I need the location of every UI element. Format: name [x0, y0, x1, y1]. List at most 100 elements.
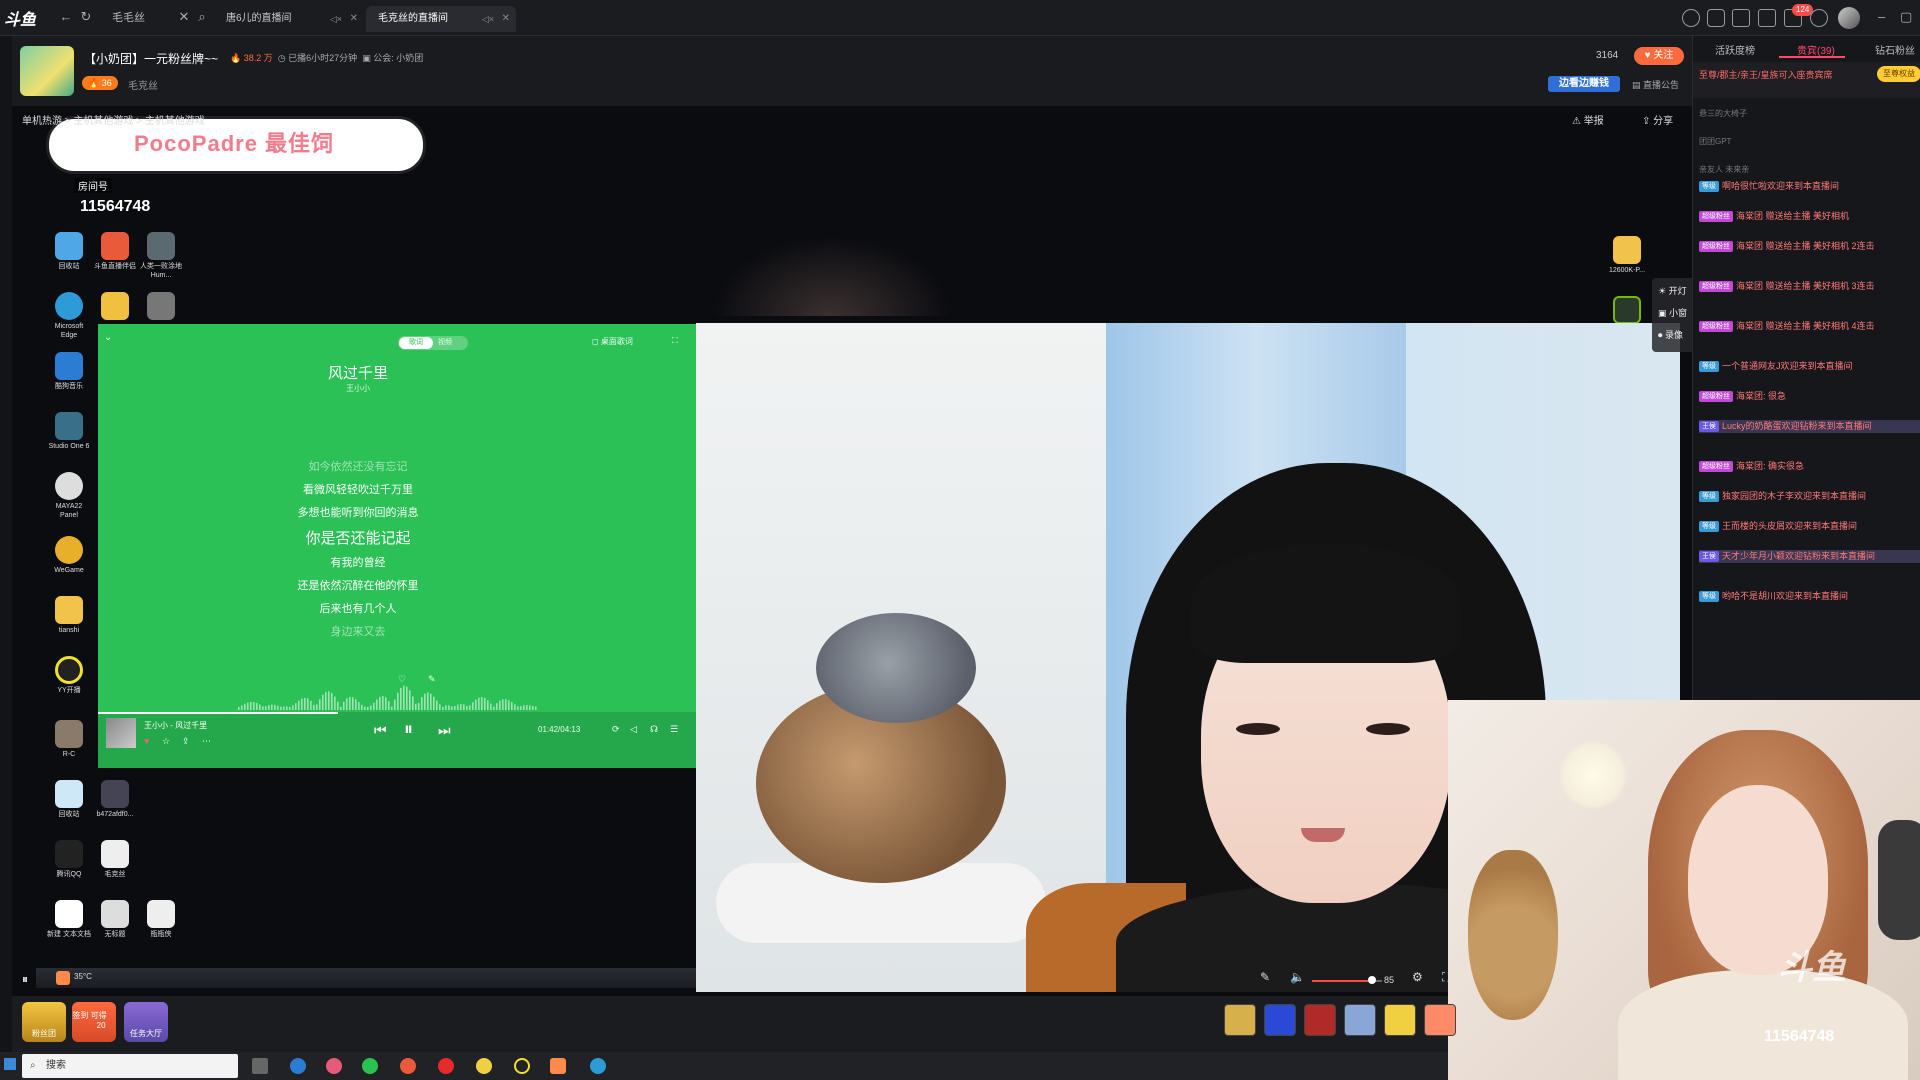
chat-message[interactable]: 等级 啊哈很忙啦欢迎来到本直播间	[1699, 180, 1920, 193]
tab-close-icon[interactable]: ✕	[502, 6, 510, 32]
chat-message[interactable]: 等级 王而楼的头皮屑欢迎来到本直播间	[1699, 520, 1920, 533]
webcam-secondary[interactable]: 斗鱼 11564748	[1448, 700, 1920, 1080]
back-icon[interactable]: ←	[58, 9, 74, 25]
app-icon[interactable]	[326, 1058, 342, 1074]
maximize-icon[interactable]: ▢	[1900, 9, 1912, 25]
previous-icon[interactable]: ⏮	[374, 722, 387, 739]
video-stage[interactable]: PocoPadre 最佳饲 单机热游 > 主机其他游戏 > 主机其他游戏 ⚠ 举…	[12, 106, 1692, 996]
chat-message[interactable]: 超级粉丝 海棠团: 很急	[1699, 390, 1920, 403]
gift-item[interactable]	[1264, 1004, 1296, 1036]
notice-link[interactable]: ▤ 直播公告	[1632, 78, 1679, 91]
yy-icon[interactable]	[514, 1058, 530, 1074]
danmaku-edit-icon[interactable]: ✎	[1260, 970, 1270, 984]
album-cover[interactable]	[106, 718, 136, 748]
breadcrumb-item[interactable]: 单机热游	[22, 116, 62, 127]
gift-item[interactable]	[1384, 1004, 1416, 1036]
chat-message[interactable]: 超级粉丝 海棠团 赠送给主播 美好相机	[1699, 210, 1920, 223]
heart-icon[interactable]: ♥	[144, 736, 149, 746]
pause-icon[interactable]: ⏸	[404, 719, 413, 740]
task-view-icon[interactable]	[252, 1058, 268, 1074]
chat-message[interactable]: 超级粉丝 海棠团 赠送给主播 美好相机 4连击	[1699, 320, 1920, 333]
chat-message[interactable]: 等级 独家园团的木子李欢迎来到本直播间	[1699, 490, 1920, 503]
mute-icon[interactable]: ◁×	[482, 6, 494, 32]
windows-start-icon[interactable]	[4, 1058, 16, 1070]
breadcrumb-item[interactable]: 主机其他游戏	[145, 116, 205, 127]
playlist-icon[interactable]: ☰	[670, 724, 678, 735]
breadcrumb-item[interactable]: 主机其他游戏	[73, 116, 133, 127]
anchor-name[interactable]: 毛克丝	[128, 77, 158, 92]
tab-diamond-fans[interactable]: 钻石粉丝	[1875, 42, 1915, 57]
headphones-icon[interactable]: ☊	[650, 724, 658, 735]
kugou-icon[interactable]	[290, 1058, 306, 1074]
report-button[interactable]: ⚠ 举报	[1572, 112, 1604, 127]
wechat-icon[interactable]	[362, 1058, 378, 1074]
light-toggle[interactable]: ☀ 开灯	[1658, 284, 1687, 297]
chat-message[interactable]: 王侯 Lucky的奶酪蛋欢迎钻粉来到本直播间	[1699, 420, 1920, 433]
gift-item[interactable]	[1304, 1004, 1336, 1036]
chat-message[interactable]: 超级粉丝 海棠团 赠送给主播 美好相机 3连击	[1699, 280, 1920, 293]
calendar-icon[interactable]	[1732, 9, 1750, 27]
tab-activity-rank[interactable]: 活跃度榜	[1715, 42, 1755, 57]
settings-icon[interactable]	[1810, 9, 1828, 27]
tab-vip[interactable]: 贵宾(39)	[1797, 42, 1835, 57]
like-lyric-icon[interactable]: ♡	[398, 674, 406, 685]
mute-icon[interactable]: ◁×	[330, 6, 342, 32]
volume-knob[interactable]	[1367, 976, 1376, 984]
gift-item[interactable]	[1424, 1004, 1456, 1036]
share-button[interactable]: ⇪ 分享	[1642, 112, 1673, 127]
collect-icon[interactable]: ☆	[162, 736, 170, 747]
fan-club-button[interactable]: 粉丝团	[22, 1002, 66, 1042]
app-icon[interactable]	[400, 1058, 416, 1074]
playback-time: 01:42/04:13	[538, 725, 581, 734]
volume-icon[interactable]: ◁	[630, 724, 637, 735]
tab-close-icon[interactable]: ✕	[350, 6, 358, 32]
gift-item[interactable]	[1224, 1004, 1256, 1036]
share-song-icon[interactable]: ⇪	[182, 736, 190, 747]
anchor-avatar[interactable]	[20, 46, 74, 96]
search-icon[interactable]: ⌕	[194, 9, 210, 25]
user-avatar[interactable]	[1838, 7, 1860, 29]
volume-icon[interactable]: 🔈	[1290, 970, 1305, 984]
gift-item[interactable]	[1344, 1004, 1376, 1036]
chat-message[interactable]: 等级 哟哈不是胡川欢迎来到本直播间	[1699, 590, 1920, 603]
chat-message[interactable]: 等级 一个普通网友J欢迎来到本直播间	[1699, 360, 1920, 373]
mode-lyrics[interactable]: 歌词	[399, 337, 433, 349]
pause-stream-icon[interactable]: ⏸	[22, 972, 28, 987]
promo-banner[interactable]: 边看边赚钱	[1548, 76, 1620, 92]
douyu-logo[interactable]: 斗鱼	[4, 6, 38, 30]
follow-button[interactable]: ♥ 关注	[1634, 47, 1684, 65]
next-icon[interactable]: ⏭	[438, 722, 451, 739]
chat-message[interactable]: 王侯 天才少年月小颖欢迎钻粉来到本直播间	[1699, 550, 1920, 563]
volume-slider[interactable]	[1312, 980, 1372, 982]
app-icon[interactable]	[476, 1058, 492, 1074]
chat-message[interactable]: 超级粉丝 海棠团: 确实很急	[1699, 460, 1920, 473]
mini-window-button[interactable]: ▣ 小窗	[1658, 306, 1687, 319]
chat-message[interactable]: 超级粉丝 海棠团 赠送给主播 美好相机 2连击	[1699, 240, 1920, 253]
netease-music-icon[interactable]	[438, 1058, 454, 1074]
history-icon[interactable]	[1682, 9, 1700, 27]
minimize-icon[interactable]: –	[1878, 9, 1885, 24]
collapse-icon[interactable]: ⌄	[104, 332, 112, 343]
task-hall-button[interactable]: 任务大厅	[124, 1002, 168, 1042]
fullscreen-icon[interactable]: ⛶	[672, 336, 678, 346]
douyu-icon[interactable]	[550, 1058, 566, 1074]
mode-video[interactable]: 视频	[438, 337, 452, 347]
tab-maokesi[interactable]: 毛克丝的直播间 ◁× ✕	[366, 6, 516, 32]
sign-in-button[interactable]: 签到 可得20	[72, 1002, 116, 1042]
refresh-icon[interactable]: ↻	[78, 9, 94, 25]
favorite-icon[interactable]	[1707, 9, 1725, 27]
taskbar-search-input[interactable]: 搜索	[22, 1054, 238, 1078]
playback-progress[interactable]	[98, 712, 338, 714]
gift-box-icon[interactable]	[1758, 9, 1776, 27]
close-search-icon[interactable]: ✕	[176, 9, 192, 25]
vip-rights-button[interactable]: 至尊权益	[1877, 66, 1920, 82]
loop-icon[interactable]: ⟳	[612, 724, 620, 735]
desktop-lyrics-button[interactable]: ◻ 桌面歌词	[592, 336, 633, 347]
record-button[interactable]: ⏺ 录像	[1658, 328, 1683, 341]
settings-icon[interactable]: ⚙	[1412, 970, 1423, 984]
more-icon[interactable]: ⋯	[202, 736, 211, 747]
tab-tang6[interactable]: 唐6儿的直播间 ◁× ✕	[214, 6, 364, 32]
music-player[interactable]: 歌词 视频 ⌄ ◻ 桌面歌词 ⛶ 风过千里 王小小 如今依然还没有忘记 看微风轻轻…	[98, 324, 698, 768]
edit-lyric-icon[interactable]: ✎	[428, 674, 436, 685]
edge-icon[interactable]	[590, 1058, 606, 1074]
